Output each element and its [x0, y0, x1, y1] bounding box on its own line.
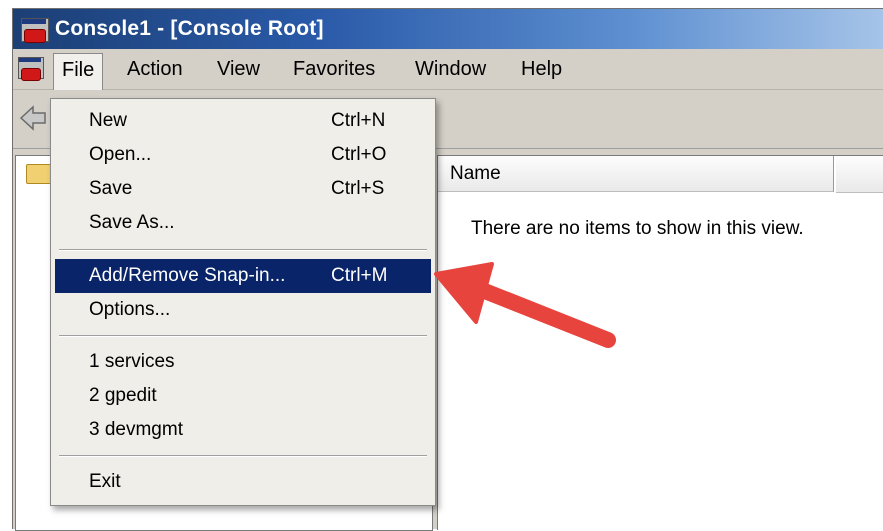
menu-item-label: Options...	[89, 299, 171, 320]
menu-help[interactable]: Help	[513, 53, 570, 85]
column-header-blank[interactable]	[836, 156, 883, 193]
menu-item-label: 3 devmgmt	[89, 419, 183, 440]
menu-item-shortcut: Ctrl+M	[331, 265, 388, 286]
menu-separator	[59, 455, 427, 457]
menu-bar: File Action View Favorites Window Help	[13, 49, 883, 90]
back-arrow-icon[interactable]	[19, 104, 47, 132]
menu-view[interactable]: View	[209, 53, 268, 85]
mmc-console-icon	[19, 14, 49, 44]
menu-favorites[interactable]: Favorites	[285, 53, 383, 85]
menu-file[interactable]: File	[53, 53, 104, 90]
menu-item-label: Add/Remove Snap-in...	[89, 265, 286, 286]
menu-item-label: Save	[89, 178, 133, 199]
menu-item-shortcut: Ctrl+S	[331, 178, 385, 199]
menu-item-shortcut: Ctrl+N	[331, 110, 386, 131]
empty-view-message: There are no items to show in this view.	[471, 218, 804, 239]
column-header-name[interactable]: Name	[438, 156, 834, 192]
menu-item-save[interactable]: Save Ctrl+S	[55, 172, 431, 206]
window-title: Console1 - [Console Root]	[55, 17, 324, 40]
console-menu-icon[interactable]	[17, 55, 45, 83]
menu-item-recent-1[interactable]: 1 services	[55, 345, 431, 379]
menu-separator	[59, 335, 427, 337]
menu-window[interactable]: Window	[407, 53, 494, 85]
menu-item-add-remove-snap-in[interactable]: Add/Remove Snap-in... Ctrl+M	[55, 259, 431, 293]
menu-item-new[interactable]: New Ctrl+N	[55, 104, 431, 138]
annotation-arrow	[434, 262, 616, 348]
title-bar: Console1 - [Console Root]	[13, 9, 883, 49]
menu-item-recent-3[interactable]: 3 devmgmt	[55, 413, 431, 447]
menu-item-label: 1 services	[89, 351, 175, 372]
menu-item-label: Open...	[89, 144, 152, 165]
menu-item-recent-2[interactable]: 2 gpedit	[55, 379, 431, 413]
menu-item-save-as[interactable]: Save As...	[55, 206, 431, 240]
menu-item-label: Save As...	[89, 212, 175, 233]
menu-item-open[interactable]: Open... Ctrl+O	[55, 138, 431, 172]
menu-item-exit[interactable]: Exit	[55, 465, 431, 499]
menu-item-shortcut: Ctrl+O	[331, 144, 387, 165]
menu-item-label: Exit	[89, 471, 121, 492]
menu-item-options[interactable]: Options...	[55, 293, 431, 327]
file-menu-dropdown: New Ctrl+N Open... Ctrl+O Save Ctrl+S Sa…	[50, 98, 436, 506]
menu-item-label: 2 gpedit	[89, 385, 157, 406]
menu-action[interactable]: Action	[119, 53, 191, 85]
menu-item-label: New	[89, 110, 128, 131]
folder-icon	[26, 164, 52, 184]
menu-separator	[59, 249, 427, 251]
